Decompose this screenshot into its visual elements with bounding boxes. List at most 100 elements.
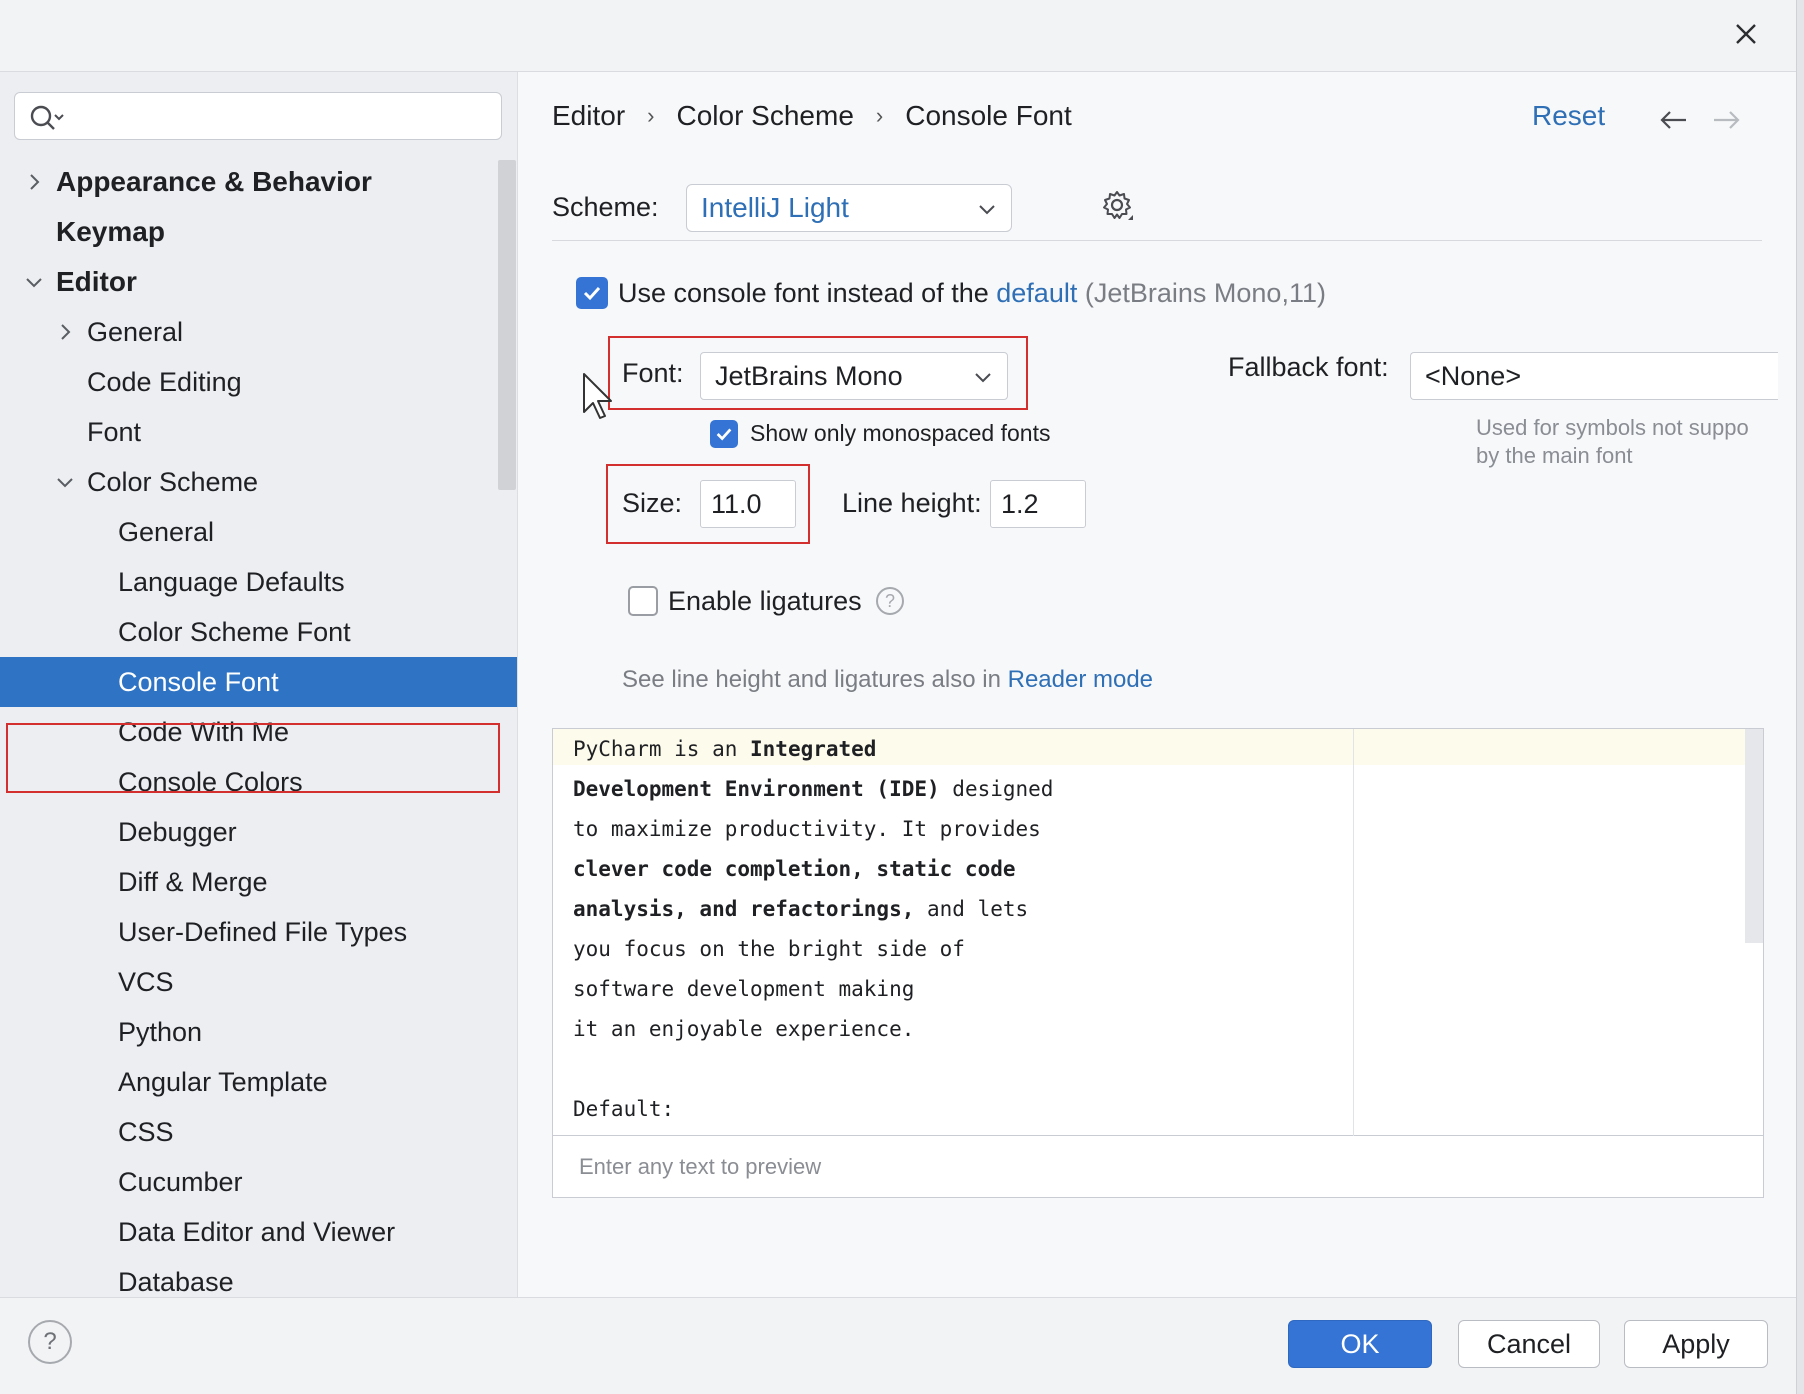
preview-segment: Integrated bbox=[750, 737, 877, 761]
dialog-footer: ? OK Cancel Apply bbox=[0, 1297, 1796, 1394]
use-console-font-label: Use console font instead of the default … bbox=[618, 278, 1326, 309]
fallback-hint-line: by the main font bbox=[1476, 443, 1633, 468]
scheme-label: Scheme: bbox=[552, 192, 659, 222]
search-icon bbox=[30, 105, 64, 130]
breadcrumb-item-editor[interactable]: Editor bbox=[552, 100, 625, 132]
preview-text: PyCharm is an Integrated Development Envi… bbox=[573, 729, 1343, 1191]
line-height-label: Line height: bbox=[842, 488, 982, 518]
sidebar-item-keymap[interactable]: Keymap bbox=[0, 207, 517, 257]
sidebar-item-label: General bbox=[118, 516, 215, 547]
use-console-font-text: Use console font instead of the bbox=[618, 278, 989, 308]
sidebar-item-user-defined-file-types[interactable]: User-Defined File Types bbox=[0, 907, 517, 957]
sidebar-item-debugger[interactable]: Debugger bbox=[0, 807, 517, 857]
sidebar-item-editor[interactable]: Editor bbox=[0, 257, 517, 307]
sidebar-item-cucumber[interactable]: Cucumber bbox=[0, 1157, 517, 1207]
settings-search-field[interactable] bbox=[14, 92, 502, 140]
sidebar-item-color-scheme[interactable]: Color Scheme bbox=[0, 457, 517, 507]
preview-input[interactable] bbox=[579, 1152, 1279, 1182]
forward-button[interactable] bbox=[1712, 108, 1742, 138]
chevron-down-icon[interactable] bbox=[55, 472, 75, 492]
sidebar-item-angular-template[interactable]: Angular Template bbox=[0, 1057, 517, 1107]
enable-ligatures-checkbox[interactable] bbox=[628, 586, 658, 616]
cancel-button[interactable]: Cancel bbox=[1458, 1320, 1600, 1368]
sidebar-item-label: Font bbox=[87, 416, 142, 447]
sidebar-item-database[interactable]: Database bbox=[0, 1257, 517, 1297]
sidebar-item-label: Diff & Merge bbox=[118, 866, 268, 897]
dialog-title-bar bbox=[0, 0, 1796, 72]
sidebar-item-console-colors[interactable]: Console Colors bbox=[0, 757, 517, 807]
preview-segment: Development Environment (IDE) bbox=[573, 777, 940, 801]
sidebar-item-label: CSS bbox=[118, 1116, 174, 1147]
sidebar-item-general[interactable]: General bbox=[0, 307, 517, 357]
font-value: JetBrains Mono bbox=[715, 360, 903, 391]
ligatures-help-icon[interactable]: ? bbox=[876, 587, 904, 615]
reader-mode-link[interactable]: Reader mode bbox=[1008, 666, 1153, 693]
preview-line: clever code completion, static code bbox=[573, 849, 1343, 889]
sidebar-item-code-editing[interactable]: Code Editing bbox=[0, 357, 517, 407]
settings-sidebar: Appearance & Behavior Keymap Editor General… bbox=[0, 72, 518, 1297]
size-input[interactable]: 11.0 bbox=[700, 480, 796, 528]
default-font-detail: (JetBrains Mono,11) bbox=[1084, 278, 1326, 308]
fallback-font-dropdown[interactable]: <None> bbox=[1410, 352, 1778, 400]
scheme-value: IntelliJ Light bbox=[701, 192, 849, 223]
font-preview-editor[interactable]: PyCharm is an Integrated Development Envi… bbox=[552, 728, 1764, 1193]
sidebar-item-label: VCS bbox=[118, 966, 174, 997]
chevron-right-icon[interactable] bbox=[24, 172, 44, 192]
settings-search-input[interactable] bbox=[75, 101, 485, 131]
preview-segment: and lets bbox=[914, 897, 1029, 921]
sidebar-item-label: Debugger bbox=[118, 816, 237, 847]
preview-segment: PyCharm is an bbox=[573, 737, 751, 761]
size-label: Size: bbox=[622, 488, 683, 518]
scheme-dropdown[interactable]: IntelliJ Light bbox=[686, 184, 1012, 232]
sidebar-item-console-font[interactable]: Console Font bbox=[0, 657, 517, 707]
use-console-font-checkbox[interactable] bbox=[576, 277, 608, 309]
sidebar-item-code-with-me[interactable]: Code With Me bbox=[0, 707, 517, 757]
fallback-hint-line: Used for symbols not suppo bbox=[1476, 415, 1749, 440]
sidebar-item-css[interactable]: CSS bbox=[0, 1107, 517, 1157]
breadcrumb-separator: › bbox=[647, 103, 655, 128]
monospaced-only-checkbox[interactable] bbox=[710, 420, 738, 448]
chevron-down-icon[interactable] bbox=[24, 272, 44, 292]
preview-segment: Default: bbox=[573, 1097, 675, 1121]
preview-line: PyCharm is an Integrated bbox=[573, 729, 1343, 769]
default-font-link[interactable]: default bbox=[996, 278, 1077, 308]
reset-link[interactable]: Reset bbox=[1532, 100, 1605, 132]
close-button[interactable] bbox=[1724, 12, 1768, 56]
sidebar-item-label: Code Editing bbox=[87, 366, 242, 397]
sidebar-item-language-defaults[interactable]: Language Defaults bbox=[0, 557, 517, 607]
preview-scrollbar[interactable] bbox=[1745, 729, 1763, 943]
chevron-down-icon bbox=[979, 205, 995, 215]
sidebar-item-data-editor-and-viewer[interactable]: Data Editor and Viewer bbox=[0, 1207, 517, 1257]
enable-ligatures-label: Enable ligatures bbox=[668, 586, 862, 616]
sidebar-item-label: Console Colors bbox=[118, 766, 303, 797]
gear-icon bbox=[1103, 191, 1133, 220]
sidebar-item-label: Keymap bbox=[56, 216, 165, 247]
sidebar-item-label: Editor bbox=[56, 266, 137, 297]
sidebar-item-color-scheme-font[interactable]: Color Scheme Font bbox=[0, 607, 517, 657]
see-also-label: See line height and ligatures also in bbox=[622, 666, 1001, 693]
sidebar-item-vcs[interactable]: VCS bbox=[0, 957, 517, 1007]
sidebar-item-appearance-behavior[interactable]: Appearance & Behavior bbox=[0, 157, 517, 207]
sidebar-item-label: Data Editor and Viewer bbox=[118, 1216, 396, 1247]
check-icon bbox=[716, 428, 732, 441]
chevron-down-icon bbox=[975, 373, 991, 383]
sidebar-item-label: Appearance & Behavior bbox=[56, 166, 372, 197]
breadcrumb-item-color-scheme[interactable]: Color Scheme bbox=[676, 100, 853, 132]
scheme-settings-button[interactable] bbox=[1100, 188, 1136, 229]
apply-button[interactable]: Apply bbox=[1624, 1320, 1768, 1368]
ok-button[interactable]: OK bbox=[1288, 1320, 1432, 1368]
sidebar-item-font[interactable]: Font bbox=[0, 407, 517, 457]
chevron-right-icon[interactable] bbox=[55, 322, 75, 342]
preview-text-field[interactable] bbox=[552, 1136, 1764, 1198]
font-dropdown[interactable]: JetBrains Mono bbox=[700, 352, 1008, 400]
see-also-text: See line height and ligatures also in Re… bbox=[622, 666, 1153, 694]
sidebar-item-python[interactable]: Python bbox=[0, 1007, 517, 1057]
help-button[interactable]: ? bbox=[28, 1320, 72, 1364]
back-button[interactable] bbox=[1658, 108, 1688, 138]
preview-segment: it an enjoyable experience. bbox=[573, 1017, 915, 1041]
right-margin-guide bbox=[1353, 729, 1354, 1193]
line-height-input[interactable]: 1.2 bbox=[990, 480, 1086, 528]
preview-line: you focus on the bright side of bbox=[573, 929, 1343, 969]
sidebar-item-diff-merge[interactable]: Diff & Merge bbox=[0, 857, 517, 907]
sidebar-item-general[interactable]: General bbox=[0, 507, 517, 557]
